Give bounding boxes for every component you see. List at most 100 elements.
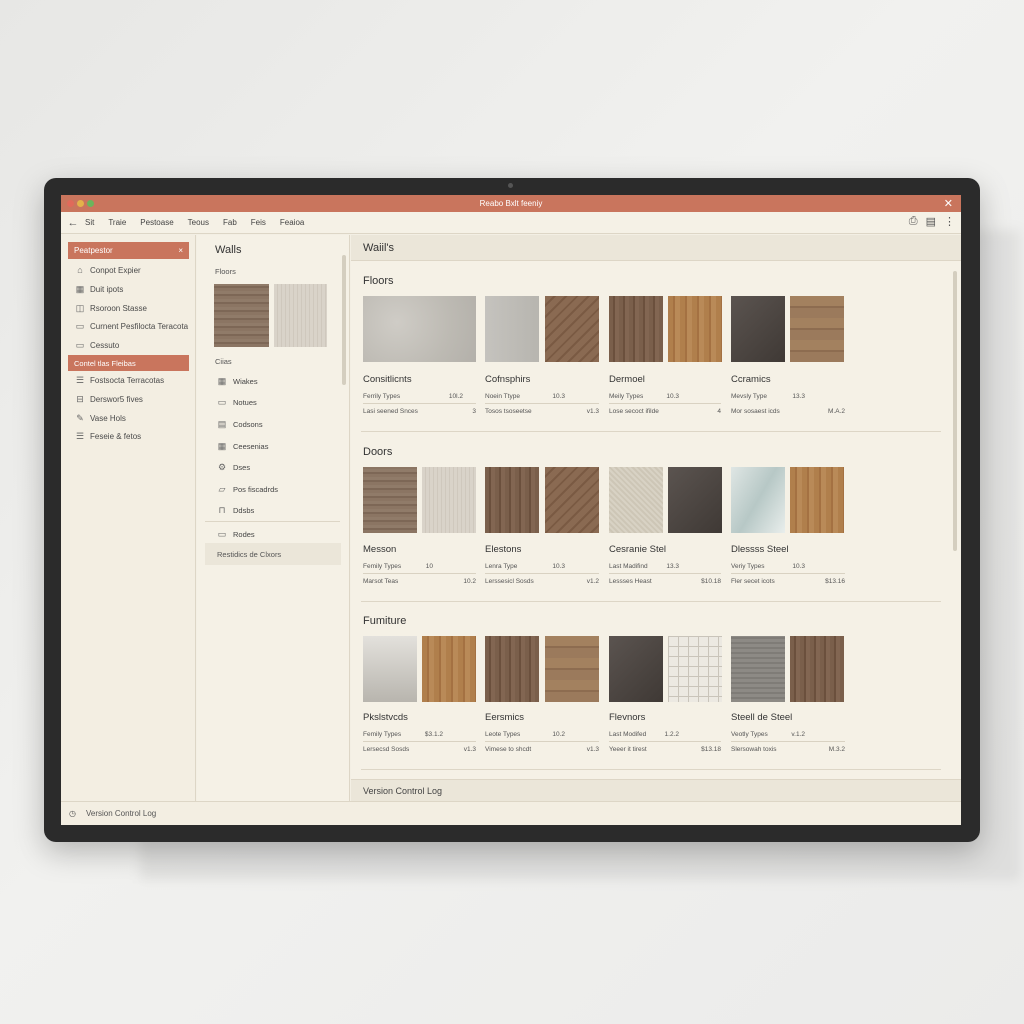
material-thumbnail[interactable] [731,636,785,702]
tree-item[interactable]: ☰ Fostsocta Terracotas [75,375,164,386]
material-thumbnail[interactable] [609,296,663,362]
category-item[interactable]: ⚙ Dses [217,462,250,473]
tree-item[interactable]: ◫ Rsoroon Stasse [75,303,147,314]
close-icon[interactable]: ✕ [944,197,953,210]
material-meta: Meily Types 10.3 [609,393,679,400]
section-divider [361,431,941,432]
window-controls [67,200,94,207]
material-meta: Last Madifind 13.3 [609,563,679,570]
material-thumbnail[interactable] [485,467,539,533]
meta-label: Mevsly Type [731,393,768,400]
material-name: Flevnors [609,712,646,723]
minimize-dot-icon[interactable] [77,200,84,207]
save-icon[interactable]: ⎙ [909,215,918,228]
status-text[interactable]: Version Control Log [86,809,156,818]
main-scrollbar[interactable] [953,271,957,551]
meta-label: Vimese to shcdt [485,746,532,753]
tree-item-selected[interactable]: Contel tlas Fleibas [68,355,189,371]
box-icon: ▭ [75,340,85,350]
meta-value: 10.2 [463,578,476,585]
tree-item[interactable]: ✎ Vase Hols [75,413,126,424]
category-footer[interactable]: Restidics de Clxors [205,543,341,565]
menu-item[interactable]: Feis [251,218,266,227]
material-thumbnail[interactable] [790,467,844,533]
meta-label: Last Modifed [609,731,647,738]
menu-item[interactable]: Feaioa [280,218,304,227]
menu-item[interactable]: Teous [188,218,209,227]
tree-item[interactable]: ☰ Feseie & fetos [75,431,141,442]
clock-icon[interactable]: ◷ [69,809,76,818]
category-item[interactable]: ▤ Codsons [217,419,263,430]
close-dot-icon[interactable] [67,200,74,207]
category-item[interactable]: ▱ Pos fiscadrds [217,484,279,495]
box-icon: ▭ [217,529,227,539]
category-item[interactable]: ▦ Wiakes [217,376,258,387]
material-thumbnail[interactable] [790,636,844,702]
material-meta: Lersecsd Sosds v1.3 [363,746,476,753]
tree-item[interactable]: ⊟ Derswor5 fives [75,394,143,405]
meta-label: Lersecsd Sosds [363,746,410,753]
material-thumbnail[interactable] [485,636,539,702]
material-thumbnail[interactable] [790,296,844,362]
category-panel: Walls Floors Ciias ▦ Wiakes ▭ Notues ▤ Cods… [197,235,350,801]
material-swatch[interactable] [214,284,269,347]
section-title: Floors [363,275,394,287]
divider [485,741,599,742]
tree-item-label: Curnent Pesfilocta Teracota [90,322,189,331]
material-meta: Fler secet icots $13.16 [731,578,845,585]
material-thumbnail[interactable] [422,636,476,702]
meta-value: 4 [717,408,721,415]
maximize-dot-icon[interactable] [87,200,94,207]
category-item[interactable]: ▭ Notues [217,397,257,408]
material-thumbnail[interactable] [731,467,785,533]
category-item[interactable]: ⊓ Ddsbs [217,505,254,516]
back-arrow-icon[interactable]: ← [61,217,85,229]
meta-label: Yeeer it tirest [609,746,647,753]
menu-item[interactable]: Traie [108,218,126,227]
box-icon: ▭ [75,321,85,331]
category-item[interactable]: ▦ Ceesenias [217,441,269,452]
meta-label: Fler secet icots [731,578,775,585]
menu-item[interactable]: Sit [85,218,94,227]
version-control-log-bar[interactable]: Version Control Log [351,779,961,801]
divider [609,573,721,574]
material-thumbnail[interactable] [363,467,417,533]
menu-item[interactable]: Pestoase [140,218,173,227]
list-icon: ☰ [75,431,85,441]
material-thumbnail[interactable] [545,296,599,362]
material-thumbnail[interactable] [668,296,722,362]
tree-item[interactable]: ▭ Curnent Pesfilocta Teracota [75,321,188,332]
tree-item[interactable]: ▭ Cessuto [75,340,120,351]
meta-label: Slersowah toxis [731,746,777,753]
meta-value: $10.18 [701,578,721,585]
material-thumbnail[interactable] [422,467,476,533]
material-thumbnail[interactable] [485,296,539,362]
menu-item[interactable]: Fab [223,218,237,227]
folder-icon: ▱ [218,484,226,494]
material-thumbnail[interactable] [731,296,785,362]
category-item[interactable]: ▭ Rodes [217,529,255,540]
material-thumbnail[interactable] [609,467,663,533]
material-thumbnail[interactable] [609,636,663,702]
material-name: Cofnsphirs [485,374,531,385]
meta-value: 10.3 [792,563,805,570]
material-thumbnail[interactable] [545,467,599,533]
tree-item[interactable]: ▦ Duit ipots [75,284,124,295]
material-thumbnail[interactable] [668,636,722,702]
tree-item[interactable]: ⌂ Conpot Expier [75,265,140,275]
material-swatch[interactable] [274,284,327,347]
category-subtitle: Floors [215,267,236,276]
material-thumbnail[interactable] [363,296,476,362]
middle-scrollbar[interactable] [342,255,346,385]
more-icon[interactable]: ⋮ [944,215,955,228]
document-icon[interactable]: ▤ [926,215,936,228]
panel-header-label: Peatpestor [74,246,113,255]
section-divider [361,769,941,770]
category-item-label: Dses [233,463,251,472]
material-thumbnail[interactable] [363,636,417,702]
material-thumbnail[interactable] [545,636,599,702]
tree-item-label: Fostsocta Terracotas [90,376,165,385]
material-thumbnail[interactable] [668,467,722,533]
collapse-icon[interactable]: × [178,246,183,255]
material-meta: Lerssesicl Sosds v1.2 [485,578,599,585]
